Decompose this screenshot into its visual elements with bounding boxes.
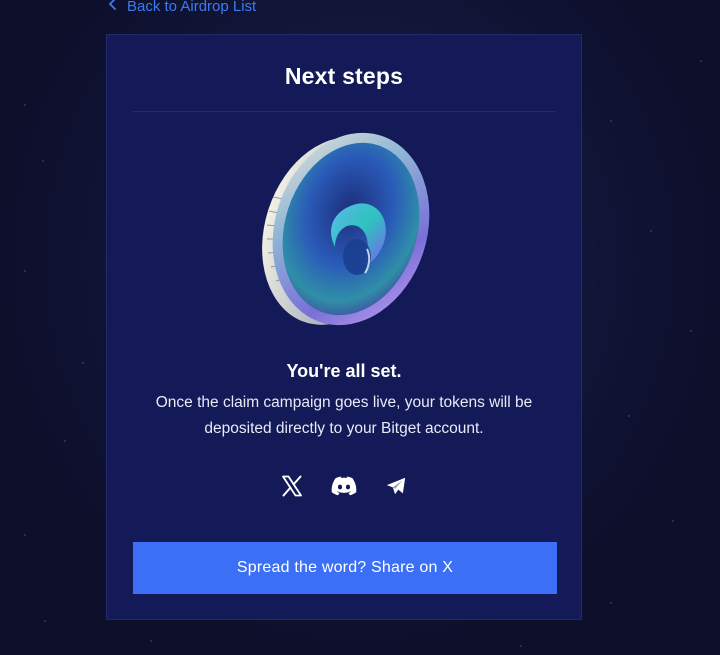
discord-icon[interactable] xyxy=(331,473,357,499)
coin-icon xyxy=(255,127,435,331)
back-link-label: Back to Airdrop List xyxy=(127,0,257,15)
next-steps-card: Next steps You're all set. Once the clai… xyxy=(106,34,582,620)
card-title: Next steps xyxy=(284,63,404,89)
status-heading: You're all set. xyxy=(286,361,402,381)
status-body: Once the claim campaign goes live, your … xyxy=(155,394,533,437)
x-icon[interactable] xyxy=(279,473,305,499)
chevron-left-icon xyxy=(107,0,119,15)
telegram-icon[interactable] xyxy=(383,473,409,499)
back-to-airdrop-list-link[interactable]: Back to Airdrop List xyxy=(107,0,256,15)
social-links xyxy=(107,473,581,499)
title-divider xyxy=(133,111,555,112)
share-on-x-button[interactable]: Spread the word? Share on X xyxy=(133,542,557,594)
